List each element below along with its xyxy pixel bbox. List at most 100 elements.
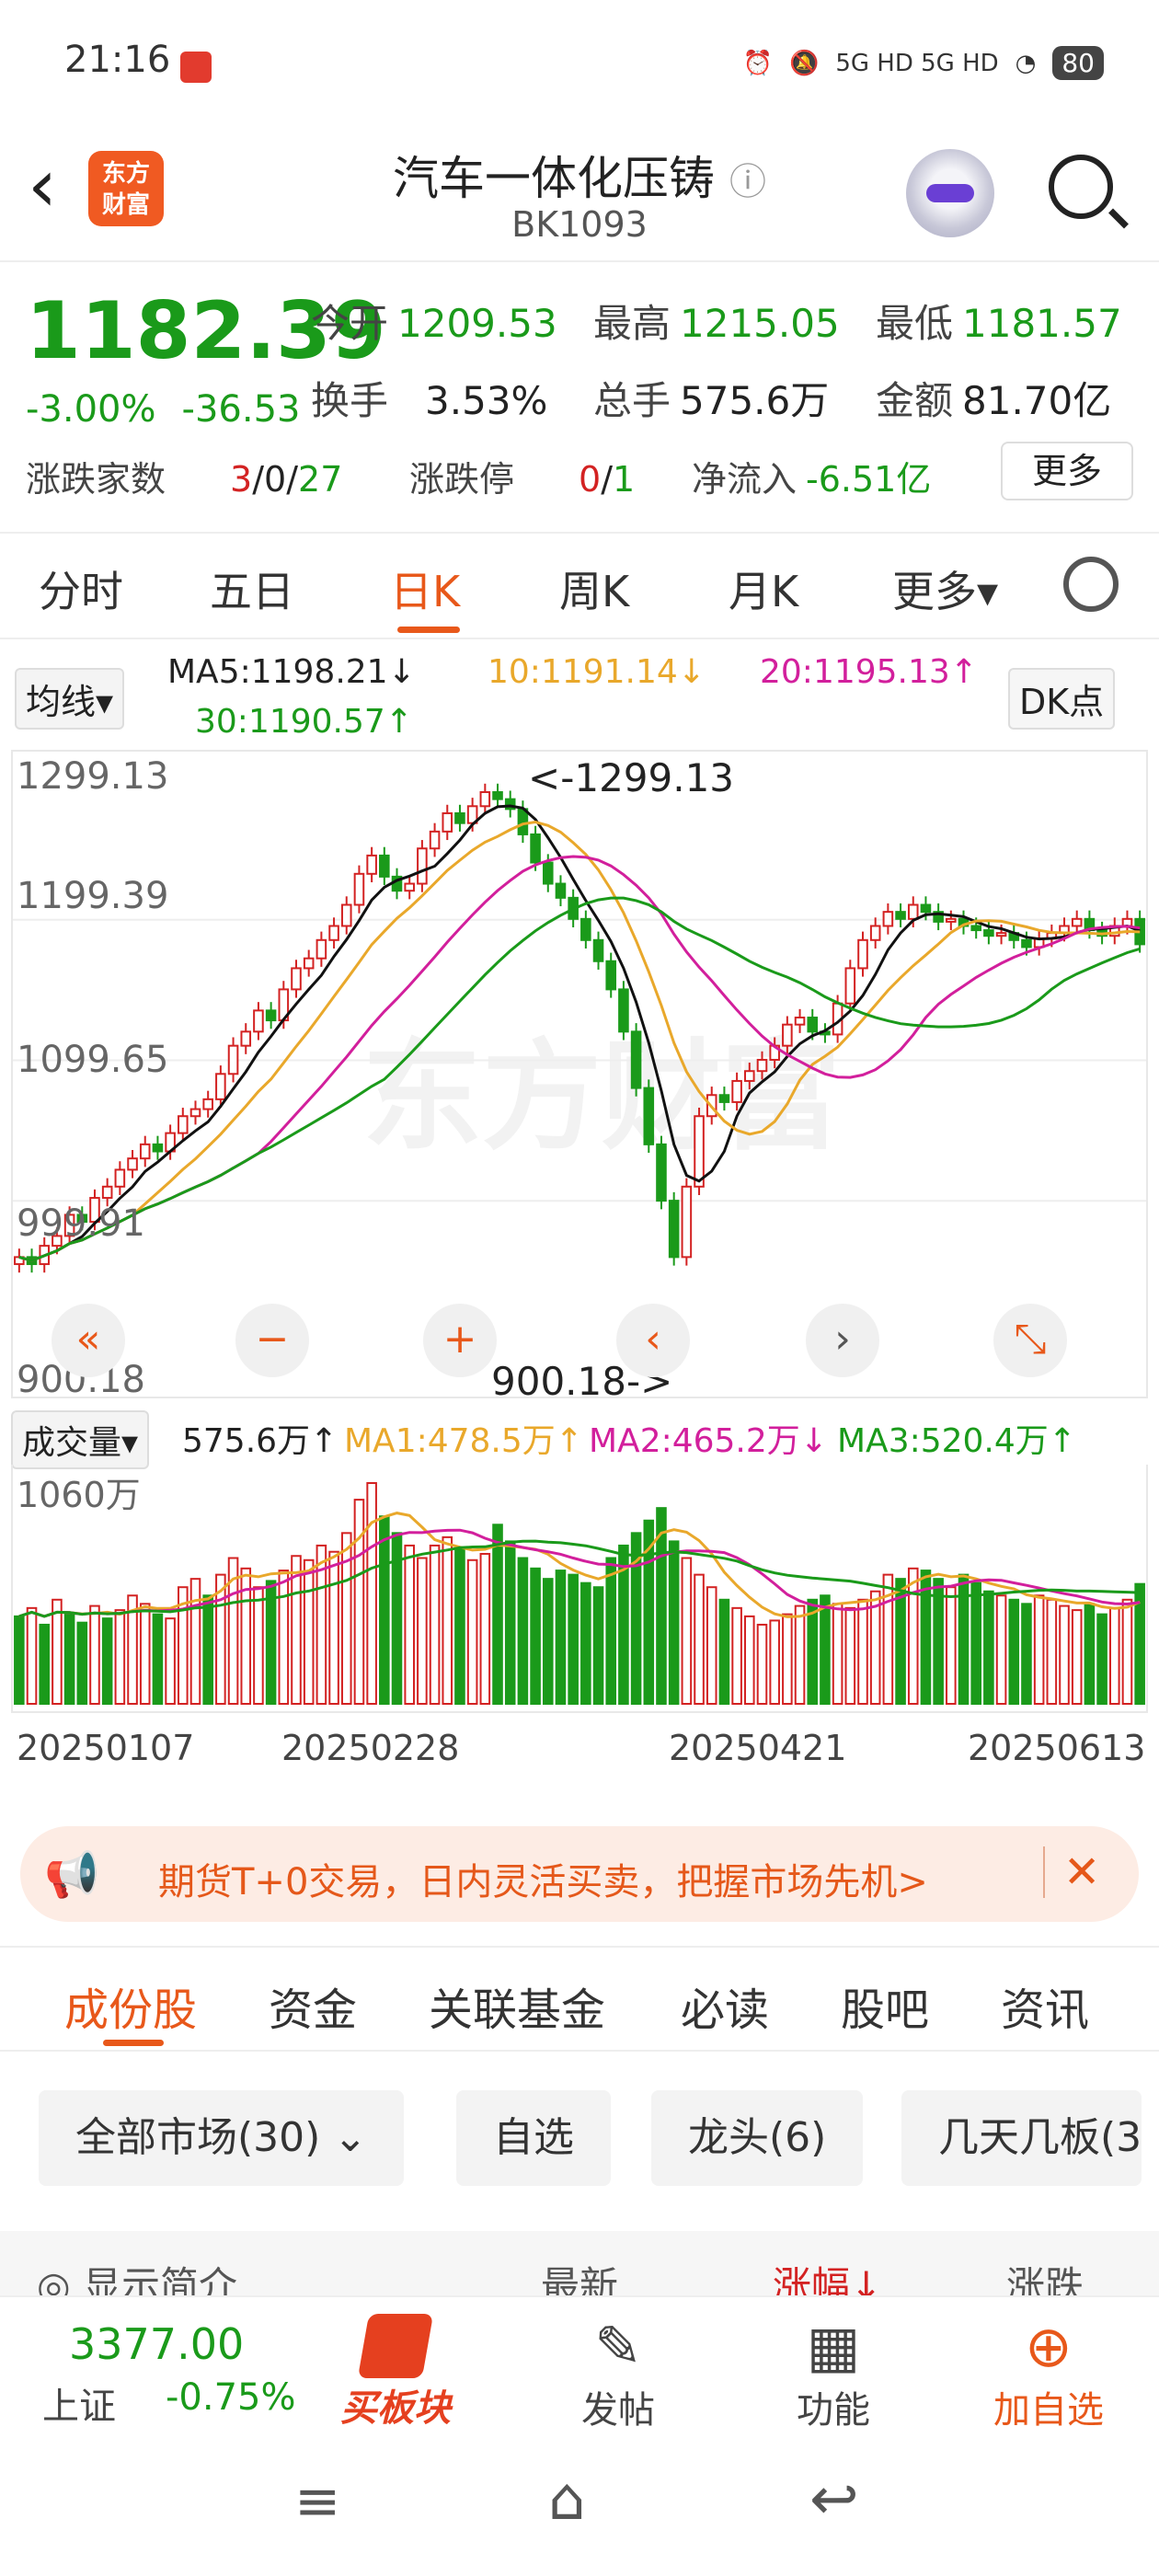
candle-body	[114, 1168, 126, 1188]
zoom-in-icon[interactable]: +	[423, 1304, 497, 1377]
add-circle-icon: ⊕	[1025, 2313, 1073, 2380]
tab-monthly-k[interactable]: 月K	[729, 558, 798, 619]
tab-weekly-k[interactable]: 周K	[559, 558, 629, 619]
tab-intraday[interactable]: 分时	[39, 558, 123, 619]
volume-bar	[592, 1586, 604, 1705]
tab-daily-k[interactable]: 日K	[390, 558, 460, 619]
buy-sector-button[interactable]: 买板块	[340, 2314, 451, 2432]
volume-bar	[14, 1615, 25, 1705]
volume-bar	[417, 1557, 428, 1706]
volume-bar	[517, 1557, 529, 1706]
promo-text[interactable]: 期货T+0交易，日内灵活买卖，把握市场先机>	[158, 1852, 928, 1905]
candle-body	[240, 1030, 252, 1047]
volume-bar	[139, 1603, 151, 1705]
candle-body	[907, 903, 919, 920]
candle-body	[178, 1115, 189, 1134]
tab-must-read[interactable]: 必读	[681, 1973, 769, 2038]
candle-body	[718, 1094, 730, 1103]
volume-bar	[568, 1573, 579, 1706]
menu-icon[interactable]: ≡	[294, 2469, 340, 2534]
scroll-right-icon[interactable]: ›	[806, 1304, 879, 1377]
battery-indicator: 80	[1052, 46, 1104, 80]
change-row: -3.00% -36.53	[26, 388, 326, 431]
volume-bar	[832, 1603, 843, 1705]
volume-bar	[328, 1550, 339, 1705]
tab-related-funds[interactable]: 关联基金	[429, 1973, 605, 2038]
promo-banner[interactable]: 📢 期货T+0交易，日内灵活买卖，把握市场先机> ✕	[20, 1826, 1139, 1922]
filter-leaders[interactable]: 龙头(6)	[651, 2090, 864, 2186]
scroll-far-left-icon[interactable]: «	[52, 1304, 125, 1377]
more-button[interactable]: 更多	[1001, 442, 1133, 500]
volume-bar	[542, 1578, 554, 1705]
volume-bar	[253, 1586, 264, 1705]
fullscreen-icon[interactable]: ⤡	[993, 1304, 1067, 1377]
date-tick: 20250228	[281, 1728, 460, 1768]
show-intro-toggle[interactable]: ◎ 显示简介	[37, 2255, 237, 2295]
search-icon[interactable]	[1049, 155, 1113, 219]
candle-body	[882, 911, 894, 927]
filter-streak[interactable]: 几天几板(3	[901, 2090, 1142, 2186]
indicator-selector[interactable]: 成交量▾	[11, 1410, 150, 1469]
home-icon[interactable]: ⌂	[548, 2466, 586, 2534]
megaphone-icon: 📢	[44, 1849, 99, 1901]
volume-bar	[101, 1617, 113, 1705]
candle-body	[731, 1079, 742, 1103]
post-button[interactable]: ✎ 发帖	[581, 2314, 655, 2433]
tab-news[interactable]: 资讯	[1001, 1973, 1089, 2038]
candle-body	[895, 911, 906, 920]
ma30-line	[18, 896, 1141, 1262]
ma-selector[interactable]: 均线▾	[15, 668, 125, 730]
volume-bar	[1059, 1604, 1070, 1705]
zoom-out-icon[interactable]: −	[235, 1304, 309, 1377]
scroll-left-icon[interactable]: ‹	[616, 1304, 690, 1377]
candle-body	[694, 1115, 705, 1188]
functions-button[interactable]: ▦ 功能	[797, 2314, 870, 2433]
gear-icon[interactable]	[1063, 557, 1119, 612]
volume-svg	[14, 1482, 1145, 1706]
volume-bar	[958, 1573, 970, 1706]
candle-body	[139, 1143, 151, 1160]
volume-bar	[114, 1609, 126, 1705]
chevron-down-icon: ⌄	[333, 2114, 368, 2161]
filter-watchlist[interactable]: 自选	[456, 2090, 611, 2186]
close-icon[interactable]: ✕	[1043, 1846, 1100, 1898]
volume-bar	[1008, 1598, 1020, 1705]
bottom-toolbar: 3377.00 上证 -0.75% 买板块 ✎ 发帖 ▦ 功能 ⊕ 加自选	[0, 2295, 1159, 2438]
filter-all-markets[interactable]: 全部市场(30) ⌄	[39, 2090, 405, 2186]
dk-points-toggle[interactable]: DK点	[1008, 668, 1116, 730]
index-value[interactable]: 3377.00	[69, 2319, 244, 2369]
candle-body	[202, 1098, 213, 1110]
tab-funds-flow[interactable]: 资金	[269, 1973, 357, 2038]
network-label: 5G HD 5G HD	[835, 49, 999, 77]
candle-body	[316, 938, 327, 960]
tab-forum[interactable]: 股吧	[841, 1973, 929, 2038]
candle-body	[101, 1185, 113, 1200]
list-header: ◎ 显示简介 最新 涨幅↓ 涨跌	[0, 2231, 1159, 2295]
volume-bar	[89, 1604, 100, 1705]
candle-body	[253, 1009, 264, 1033]
tab-five-day[interactable]: 五日	[210, 558, 294, 619]
volume-bar	[605, 1557, 617, 1706]
col-pct[interactable]: 涨幅↓	[773, 2255, 882, 2295]
volume-bar	[933, 1578, 944, 1705]
alarm-icon: ⏰	[742, 49, 773, 77]
candle-body	[492, 790, 503, 800]
add-watchlist-button[interactable]: ⊕ 加自选	[993, 2314, 1104, 2433]
status-bar: 21:16 ⏰ 🔕 5G HD 5G HD ◔ 80	[0, 0, 1159, 138]
volume-chart[interactable]: 1060万	[11, 1465, 1148, 1713]
volume-bar	[504, 1540, 516, 1705]
candle-body	[630, 1030, 642, 1089]
candle-body	[618, 988, 629, 1033]
col-change[interactable]: 涨跌	[1006, 2255, 1084, 2295]
tab-constituents[interactable]: 成份股	[64, 1973, 197, 2038]
assistant-robot-icon[interactable]	[906, 149, 994, 237]
volume-bar	[1108, 1606, 1120, 1705]
candle-body	[517, 808, 529, 835]
info-icon[interactable]: ⓘ	[729, 161, 766, 203]
system-navigation: ≡ ⌂ ↩	[0, 2438, 1159, 2576]
volume-bar	[479, 1552, 491, 1706]
tab-more[interactable]: 更多▾	[892, 558, 998, 619]
back-nav-icon[interactable]: ↩	[809, 2466, 859, 2534]
col-latest[interactable]: 最新	[541, 2255, 618, 2295]
kline-chart[interactable]: 东方财富 1299.13 1199.39 1099.65 999.91 900.…	[11, 750, 1148, 1404]
